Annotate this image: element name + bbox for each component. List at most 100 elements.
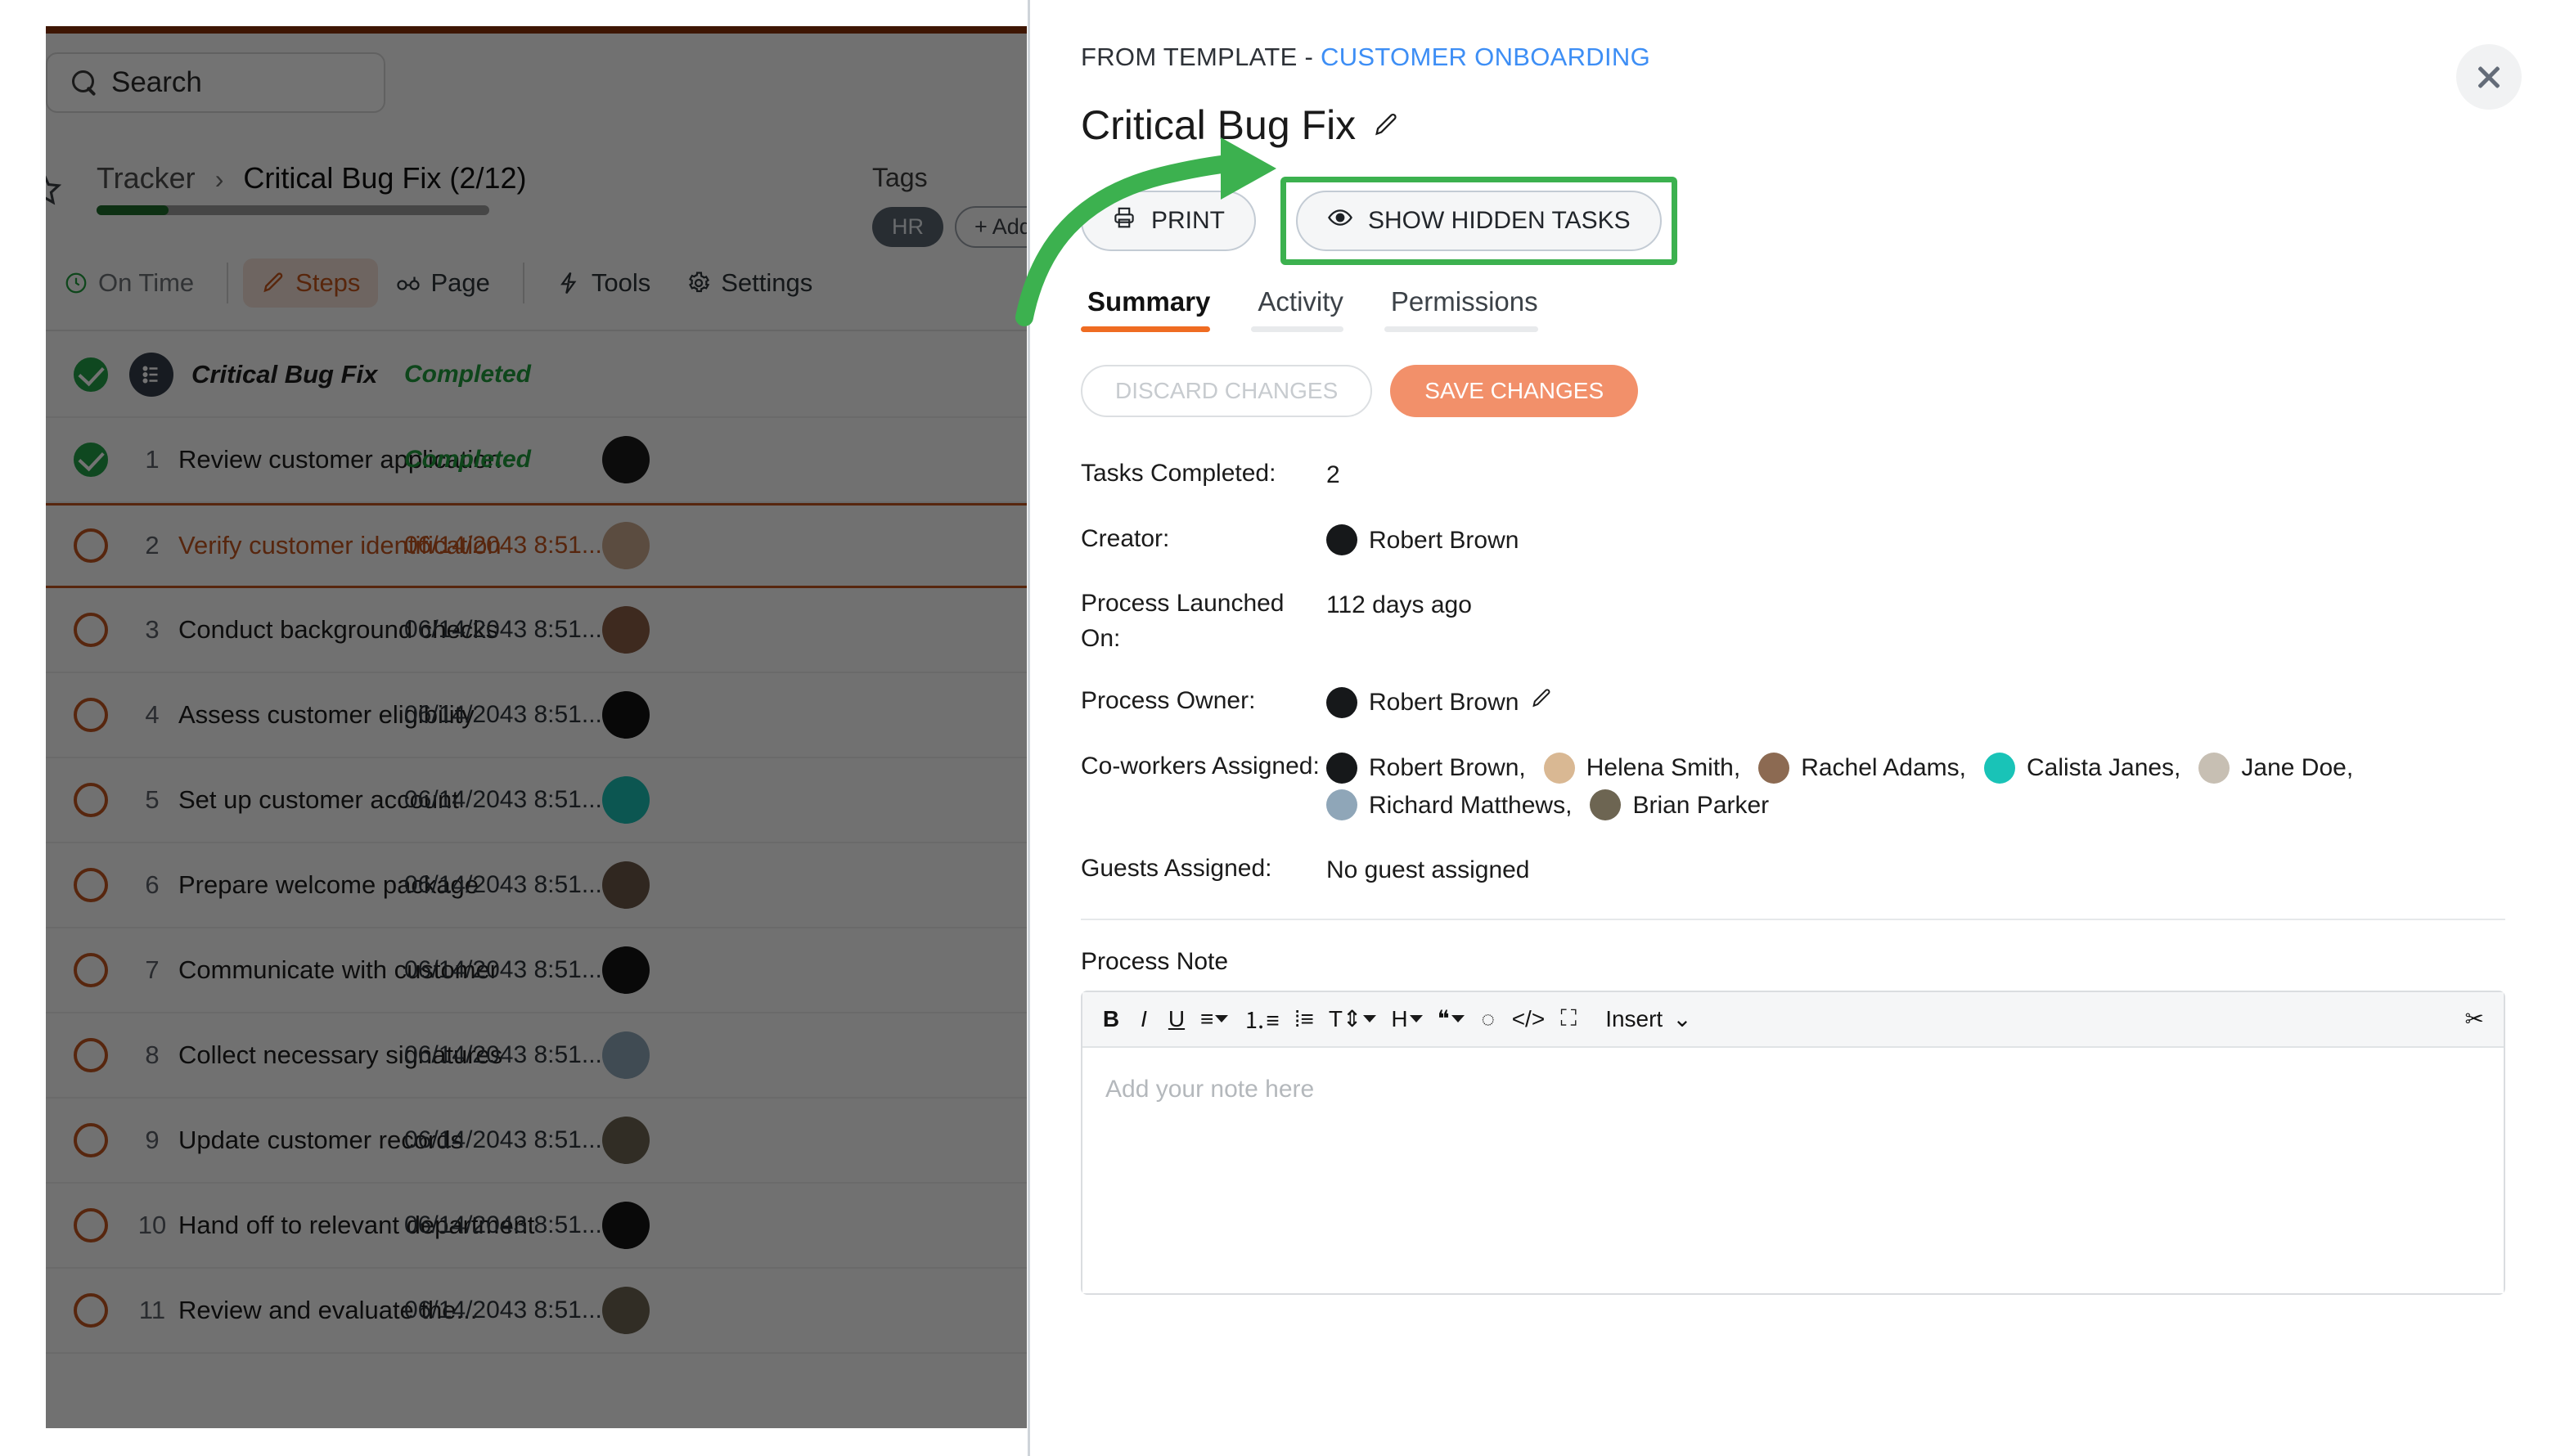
tab-summary[interactable]: Summary bbox=[1081, 286, 1231, 332]
task-unchecked-icon[interactable] bbox=[74, 1123, 108, 1157]
task-number: 5 bbox=[129, 785, 175, 815]
process-list-icon bbox=[129, 353, 173, 397]
ordered-list-button[interactable]: ⒈≡ bbox=[1238, 1001, 1284, 1037]
task-unchecked-icon[interactable] bbox=[74, 613, 108, 647]
task-status: Completed bbox=[404, 446, 531, 474]
italic-button[interactable]: I bbox=[1130, 1001, 1158, 1037]
task-unchecked-icon[interactable] bbox=[74, 1293, 108, 1328]
task-row[interactable]: 11Review and evaluate the...06/14/2043 8… bbox=[46, 1269, 1027, 1354]
underline-button[interactable]: U bbox=[1163, 1001, 1190, 1037]
task-row[interactable]: 7Communicate with customer06/14/2043 8:5… bbox=[46, 928, 1027, 1013]
nav-divider-2 bbox=[523, 263, 524, 303]
task-due-date: 06/14/2043 8:51... bbox=[404, 532, 602, 559]
discard-changes-button[interactable]: DISCARD CHANGES bbox=[1081, 365, 1372, 417]
heading-button[interactable]: H bbox=[1386, 1001, 1427, 1037]
nav-item-settings[interactable]: Settings bbox=[668, 258, 830, 308]
breadcrumb-root[interactable]: Tracker bbox=[97, 161, 196, 195]
task-row[interactable]: 10Hand off to relevant department06/14/2… bbox=[46, 1184, 1027, 1269]
task-due-date: 06/14/2043 8:51... bbox=[404, 956, 602, 984]
avatar[interactable] bbox=[602, 861, 650, 909]
coworker-name: Robert Brown, bbox=[1369, 749, 1526, 787]
show-hidden-tasks-button[interactable]: SHOW HIDDEN TASKS bbox=[1296, 191, 1662, 251]
task-row[interactable]: 9Update customer records06/14/2043 8:51.… bbox=[46, 1099, 1027, 1184]
nav-item-steps[interactable]: Steps bbox=[243, 258, 378, 308]
task-unchecked-icon[interactable] bbox=[74, 528, 108, 563]
insert-dropdown[interactable]: Insert⌄ bbox=[1600, 1001, 1697, 1037]
task-row[interactable]: 6Prepare welcome package06/14/2043 8:51.… bbox=[46, 843, 1027, 928]
task-row[interactable]: 1Review customer applicationCompleted bbox=[46, 418, 1027, 503]
task-due-date: 06/14/2043 8:51... bbox=[404, 1211, 602, 1239]
task-number: 1 bbox=[129, 445, 175, 474]
task-number: 11 bbox=[129, 1296, 175, 1325]
bold-button[interactable]: B bbox=[1097, 1001, 1125, 1037]
template-link[interactable]: CUSTOMER ONBOARDING bbox=[1321, 43, 1650, 71]
avatar[interactable] bbox=[602, 691, 650, 739]
nav-item-page[interactable]: Page bbox=[378, 258, 507, 308]
font-size-button[interactable]: T⇕ bbox=[1324, 1001, 1382, 1037]
editor-toolbar: BIU≡⒈≡⁞≡T⇕H❝◌</>⛶ Insert⌄ ✂ bbox=[1082, 992, 2504, 1048]
search-input[interactable]: Search bbox=[46, 52, 385, 113]
tab-permissions[interactable]: Permissions bbox=[1384, 286, 1559, 332]
task-row[interactable]: 3Conduct background checks06/14/2043 8:5… bbox=[46, 588, 1027, 673]
quote-button[interactable]: ❝ bbox=[1433, 1001, 1469, 1037]
avatar bbox=[1984, 753, 2015, 784]
print-button[interactable]: PRINT bbox=[1081, 191, 1256, 251]
owner-chip: Robert Brown bbox=[1326, 684, 1553, 721]
favorite-star-icon[interactable] bbox=[46, 171, 62, 207]
tab-activity[interactable]: Activity bbox=[1251, 286, 1365, 332]
task-due-date: 06/14/2043 8:51... bbox=[404, 1296, 602, 1324]
avatar[interactable] bbox=[602, 522, 650, 569]
nav-divider-rule bbox=[46, 330, 1027, 331]
tab-permissions-label: Permissions bbox=[1391, 286, 1538, 317]
code-button[interactable]: </> bbox=[1507, 1001, 1550, 1037]
avatar bbox=[1326, 687, 1357, 718]
task-row[interactable]: 2Verify customer identification06/14/204… bbox=[46, 503, 1027, 588]
task-due-date: 06/14/2043 8:51... bbox=[404, 1126, 602, 1154]
coworkers-label: Co-workers Assigned: bbox=[1081, 749, 1326, 784]
task-unchecked-icon[interactable] bbox=[74, 698, 108, 732]
task-checked-icon[interactable] bbox=[74, 357, 108, 392]
task-number: 4 bbox=[129, 700, 175, 730]
nav-item-on-time[interactable]: On Time bbox=[46, 258, 212, 308]
task-row[interactable]: 5Set up customer account06/14/2043 8:51.… bbox=[46, 758, 1027, 843]
task-unchecked-icon[interactable] bbox=[74, 1038, 108, 1072]
edit-owner-pencil-icon[interactable] bbox=[1530, 684, 1553, 721]
avatar[interactable] bbox=[602, 436, 650, 483]
task-unchecked-icon[interactable] bbox=[74, 953, 108, 987]
task-row[interactable]: 4Assess customer eligibility06/14/2043 8… bbox=[46, 673, 1027, 758]
avatar[interactable] bbox=[602, 946, 650, 994]
add-tag-button[interactable]: + Add bbox=[955, 206, 1027, 248]
coworker-name: Richard Matthews, bbox=[1369, 787, 1572, 825]
cut-button[interactable]: ✂ bbox=[2460, 1001, 2489, 1037]
tasks-completed-label: Tasks Completed: bbox=[1081, 456, 1326, 492]
fullscreen-button[interactable]: ⛶ bbox=[1555, 1001, 1582, 1037]
avatar[interactable] bbox=[602, 606, 650, 654]
align-button[interactable]: ≡ bbox=[1195, 1001, 1233, 1037]
task-row[interactable]: 8Collect necessary signatures06/14/2043 … bbox=[46, 1013, 1027, 1099]
nav-item-tools[interactable]: Tools bbox=[539, 258, 668, 308]
launched-value: 112 days ago bbox=[1326, 586, 1472, 624]
avatar[interactable] bbox=[602, 1031, 650, 1079]
tag-hr[interactable]: HR bbox=[872, 207, 943, 247]
coworker-chip: Robert Brown, bbox=[1326, 749, 1526, 787]
note-textarea[interactable]: Add your note here bbox=[1082, 1048, 2504, 1293]
task-unchecked-icon[interactable] bbox=[74, 783, 108, 817]
tab-underline bbox=[1384, 326, 1538, 332]
search-icon bbox=[72, 70, 97, 95]
task-row[interactable]: Critical Bug FixCompleted bbox=[46, 333, 1027, 418]
avatar[interactable] bbox=[602, 1202, 650, 1249]
avatar[interactable] bbox=[602, 1287, 650, 1334]
edit-title-pencil-icon[interactable] bbox=[1372, 111, 1400, 139]
tab-underline bbox=[1251, 326, 1343, 332]
task-checked-icon[interactable] bbox=[74, 443, 108, 477]
task-unchecked-icon[interactable] bbox=[74, 868, 108, 902]
task-unchecked-icon[interactable] bbox=[74, 1208, 108, 1243]
creator-name: Robert Brown bbox=[1369, 522, 1519, 559]
save-changes-button[interactable]: SAVE CHANGES bbox=[1390, 365, 1638, 417]
progress-bar bbox=[97, 205, 489, 215]
bullet-list-button[interactable]: ⁞≡ bbox=[1289, 1001, 1319, 1037]
avatar[interactable] bbox=[602, 1117, 650, 1164]
avatar[interactable] bbox=[602, 776, 650, 824]
color-button[interactable]: ◌ bbox=[1474, 1001, 1502, 1037]
close-button[interactable] bbox=[2456, 44, 2522, 110]
